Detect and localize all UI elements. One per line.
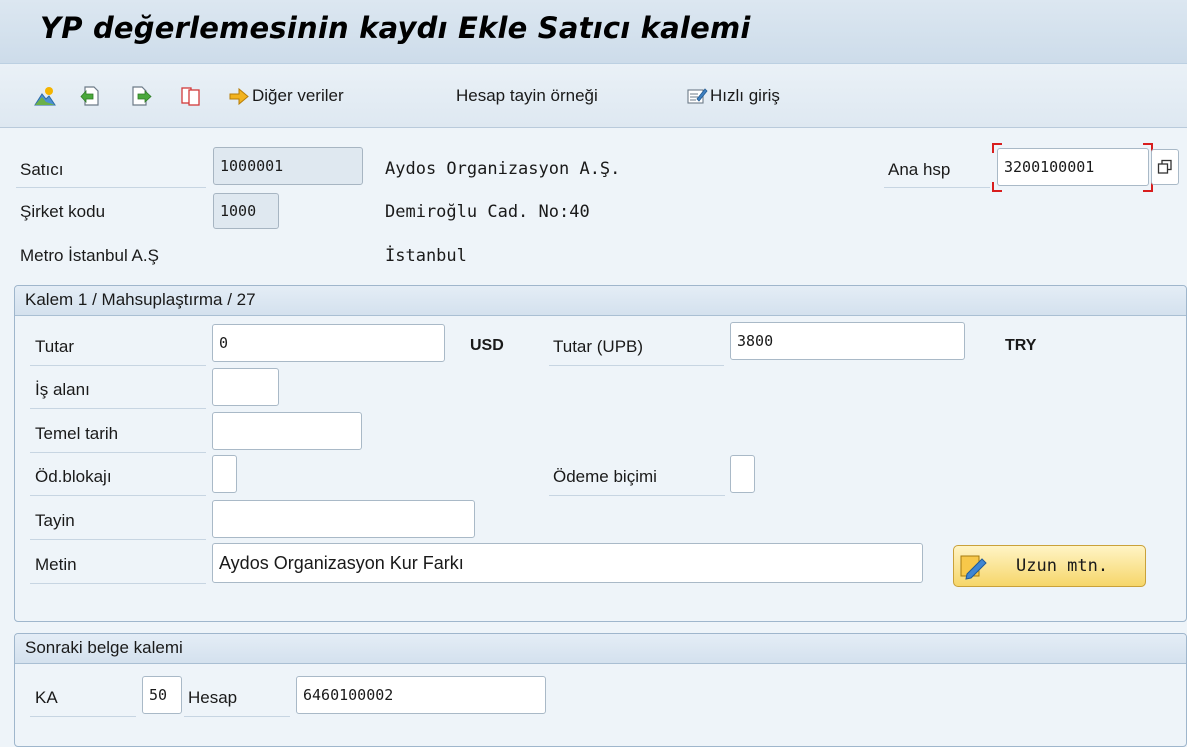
pm-label-underline: [549, 495, 725, 496]
next-item-group-title: Sonraki belge kalemi: [25, 638, 183, 657]
account-label: Hesap: [188, 688, 238, 707]
vendor-name: Aydos Organizasyon A.Ş.: [385, 159, 621, 179]
focus-corner-tl: [992, 143, 1002, 153]
payment-block-field[interactable]: [212, 455, 237, 493]
account-field[interactable]: 6460100002: [296, 676, 546, 714]
pk-label-underline: [30, 716, 136, 717]
as-label-underline: [30, 539, 206, 540]
quick-entry-label: Hızlı giriş: [710, 86, 780, 105]
vendor-city: İstanbul: [385, 246, 467, 266]
lc-label-underline: [549, 365, 724, 366]
payment-block-label: Öd.blokajı: [35, 467, 112, 486]
account-model-label: Hesap tayin örneği: [456, 86, 598, 105]
vendor-label-underline: [16, 187, 206, 188]
assignment-field[interactable]: [212, 500, 475, 538]
company-code-field[interactable]: 1000: [213, 193, 279, 229]
posting-key-field[interactable]: 50: [142, 676, 182, 714]
text-field[interactable]: Aydos Organizasyon Kur Farkı: [212, 543, 923, 583]
vendor-street: Demiroğlu Cad. No:40: [385, 202, 590, 222]
application-toolbar: Diğer veriler Hesap tayin örneği Hızlı g…: [0, 64, 1187, 128]
edit-pencil-icon: [960, 555, 987, 580]
long-text-button[interactable]: Uzun mtn.: [953, 545, 1146, 587]
amount-currency: USD: [470, 337, 504, 354]
next-item-group-header: Sonraki belge kalemi: [15, 634, 1186, 664]
gl-account-label: Ana hsp: [888, 160, 951, 179]
item-group-header: Kalem 1 / Mahsuplaştırma / 27: [15, 286, 1186, 316]
assignment-label: Tayin: [35, 511, 75, 530]
long-text-label: Uzun mtn.: [1016, 556, 1109, 576]
page-title: YP değerlemesinin kaydı Ekle Satıcı kale…: [40, 11, 751, 45]
gl-search-help-button[interactable]: [1151, 149, 1179, 185]
amount-field[interactable]: 0: [212, 324, 445, 362]
mountain-icon: [34, 87, 56, 106]
lc-currency: TRY: [1005, 337, 1037, 354]
bd-label-underline: [30, 452, 206, 453]
ba-label-underline: [30, 408, 206, 409]
company-name: Metro İstanbul A.Ş: [20, 246, 159, 265]
text-label: Metin: [35, 555, 77, 574]
next-item-button[interactable]: [130, 82, 152, 110]
posting-key-label: KA: [35, 688, 58, 707]
payment-method-field[interactable]: [730, 455, 755, 493]
other-data-button[interactable]: Diğer veriler: [228, 82, 344, 110]
text-label-underline: [30, 583, 206, 584]
simulate-button[interactable]: [34, 82, 56, 110]
item-group-title: Kalem 1 / Mahsuplaştırma / 27: [25, 290, 256, 309]
copy-icon: [1157, 159, 1172, 174]
gl-label-underline: [884, 187, 990, 188]
gl-account-field[interactable]: 3200100001: [997, 148, 1149, 186]
lc-amount-label: Tutar (UPB): [553, 337, 644, 356]
business-area-field[interactable]: [212, 368, 279, 406]
lc-amount-field[interactable]: 3800: [730, 322, 965, 360]
account-model-button[interactable]: Hesap tayin örneği: [456, 82, 598, 110]
doc-arrow-right-icon: [132, 86, 152, 106]
other-data-label: Diğer veriler: [252, 86, 344, 105]
form-edit-icon: [687, 88, 708, 104]
title-bar: YP değerlemesinin kaydı Ekle Satıcı kale…: [0, 0, 1187, 64]
acct-label-underline: [184, 716, 290, 717]
amount-label-underline: [30, 365, 206, 366]
copy-pages-icon: [181, 87, 200, 106]
quick-entry-button[interactable]: Hızlı giriş: [686, 82, 780, 110]
business-area-label: İş alanı: [35, 380, 90, 399]
payment-method-label: Ödeme biçimi: [553, 467, 657, 486]
focus-corner-bl: [992, 182, 1002, 192]
pb-label-underline: [30, 495, 206, 496]
amount-label: Tutar: [35, 337, 75, 356]
delete-item-button[interactable]: [180, 82, 202, 110]
baseline-date-field[interactable]: [212, 412, 362, 450]
doc-arrow-left-icon: [80, 86, 99, 106]
vendor-field[interactable]: 1000001: [213, 147, 363, 185]
previous-item-button[interactable]: [80, 82, 102, 110]
company-code-label: Şirket kodu: [20, 202, 106, 221]
baseline-date-label: Temel tarih: [35, 424, 119, 443]
vendor-label: Satıcı: [20, 160, 64, 179]
arrow-right-icon: [229, 87, 249, 106]
